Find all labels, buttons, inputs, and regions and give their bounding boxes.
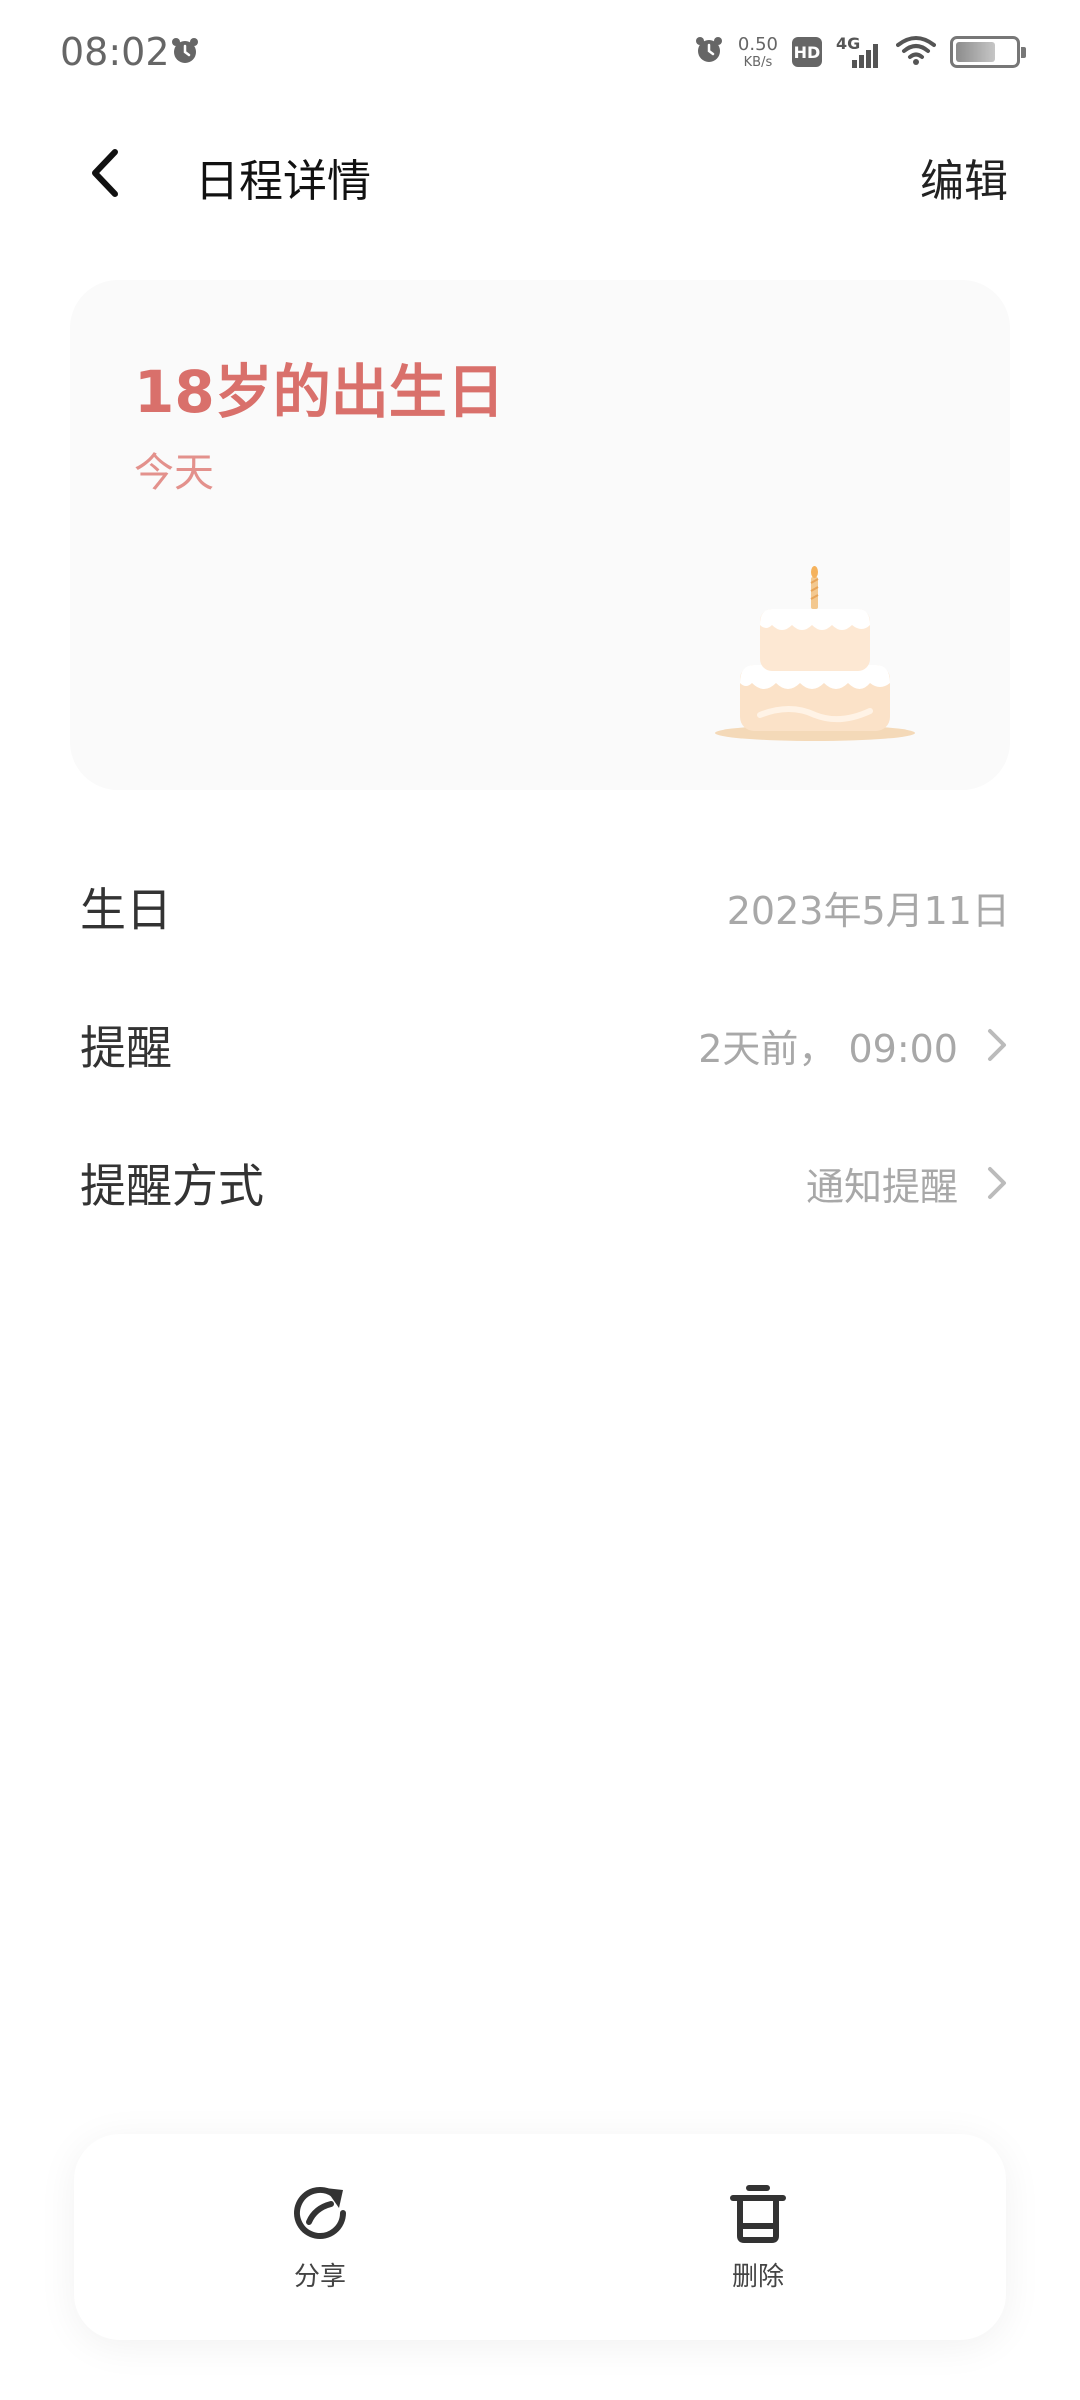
reminder-method-value: 通知提醒	[805, 1164, 958, 1209]
bottom-action-bar: 分享 删除	[74, 2134, 1006, 2340]
chevron-right-icon	[988, 1167, 1006, 1199]
delete-button[interactable]: 删除	[678, 2180, 838, 2293]
chevron-right-icon	[988, 1029, 1006, 1061]
signal-icon: 4G	[836, 34, 882, 70]
share-button[interactable]: 分享	[240, 2180, 400, 2293]
birthday-value: 2023年5月11日	[726, 888, 1010, 933]
page-title: 日程详情	[195, 156, 371, 207]
status-time: 08:02	[60, 30, 170, 74]
back-button[interactable]	[70, 138, 140, 208]
event-card: 18岁的出生日 今天	[70, 280, 1010, 790]
back-arrow-icon	[92, 149, 118, 197]
schedule-detail-screen: 08:02 0.50 KB/s HD 4G 日程详情 编辑 18岁的出生日 今天…	[0, 0, 1080, 2400]
birthday-cake-illustration	[715, 566, 915, 741]
app-header: 日程详情 编辑	[0, 110, 1080, 230]
status-bar: 08:02 0.50 KB/s HD 4G	[0, 0, 1080, 110]
share-label: 分享	[293, 2262, 346, 2292]
status-icons: 0.50 KB/s HD 4G	[694, 33, 1026, 70]
edit-button[interactable]: 编辑	[920, 145, 1008, 209]
reminder-value: 2天前， 09:00	[698, 1026, 958, 1071]
alarm-icon	[694, 35, 724, 69]
reminder-method-label: 提醒方式	[80, 1159, 264, 1213]
reminder-row[interactable]: 提醒 2天前， 09:00	[80, 1000, 1010, 1090]
event-date-label: 今天	[134, 450, 214, 496]
reminder-method-row[interactable]: 提醒方式 通知提醒	[80, 1138, 1010, 1228]
network-speed-unit: KB/s	[743, 54, 773, 70]
hd-icon: HD	[792, 37, 822, 67]
birthday-row: 生日 2023年5月11日	[80, 862, 1010, 952]
alarm-icon	[170, 36, 200, 70]
event-title: 18岁的出生日	[134, 358, 505, 426]
trash-icon	[730, 2185, 786, 2243]
network-speed-value: 0.50	[737, 33, 778, 55]
reminder-label: 提醒	[80, 1021, 172, 1075]
birthday-label: 生日	[80, 883, 172, 937]
battery-level-fill	[956, 42, 995, 62]
network-speed: 0.50 KB/s	[737, 33, 778, 70]
wifi-icon	[896, 34, 936, 70]
battery-icon	[950, 36, 1026, 68]
delete-label: 删除	[731, 2262, 784, 2292]
share-icon	[294, 2187, 346, 2239]
